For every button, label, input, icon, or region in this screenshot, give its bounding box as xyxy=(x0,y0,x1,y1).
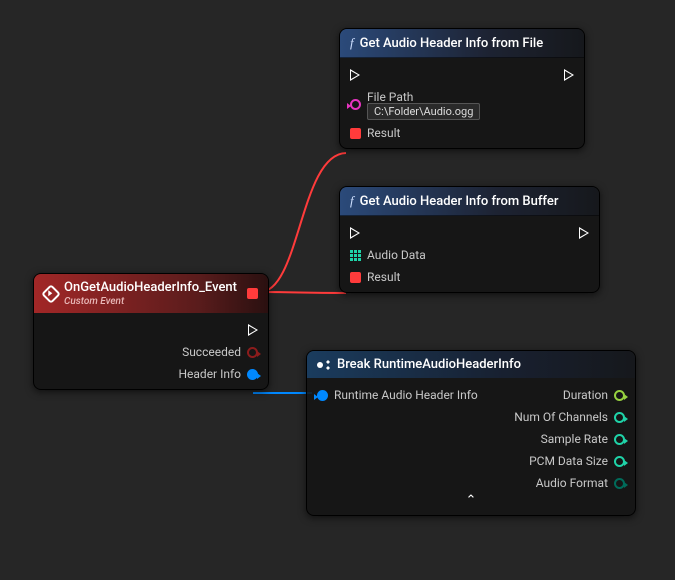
pin-label-format: Audio Format xyxy=(536,476,608,490)
pin-label-filepath: File Path xyxy=(367,90,413,104)
pin-rahi[interactable] xyxy=(317,390,328,401)
function-icon: f xyxy=(350,193,354,209)
delegate-pin[interactable] xyxy=(247,288,258,299)
pin-label-result: Result xyxy=(367,126,400,140)
node-break-struct[interactable]: Break RuntimeAudioHeaderInfo Runtime Aud… xyxy=(306,350,636,516)
function-icon: f xyxy=(350,35,354,51)
exec-out-pin[interactable] xyxy=(248,324,258,336)
node-event[interactable]: OnGetAudioHeaderInfo_Event Custom Event … xyxy=(33,273,269,390)
pin-result-delegate[interactable] xyxy=(350,128,361,139)
node-header: f Get Audio Header Info from File xyxy=(340,29,584,58)
pin-label-numchannels: Num Of Channels xyxy=(514,410,608,424)
pin-duration[interactable] xyxy=(614,390,625,401)
pin-succeeded[interactable] xyxy=(247,347,258,358)
pin-label-audiodata: Audio Data xyxy=(367,248,426,262)
node-subtitle: Custom Event xyxy=(64,296,237,307)
expand-toggle[interactable]: ⌃ xyxy=(307,494,635,511)
pin-filepath[interactable] xyxy=(350,99,361,110)
pin-label-rahi: Runtime Audio Header Info xyxy=(334,388,478,402)
node-title: Get Audio Header Info from File xyxy=(360,36,544,51)
event-icon xyxy=(41,284,61,304)
pin-pcm[interactable] xyxy=(614,456,625,467)
pin-label-headerinfo: Header Info xyxy=(178,367,241,381)
exec-out-pin[interactable] xyxy=(579,227,589,239)
pin-result-delegate[interactable] xyxy=(350,272,361,283)
pin-headerinfo[interactable] xyxy=(247,369,258,380)
pin-numchannels[interactable] xyxy=(614,412,625,423)
node-title: OnGetAudioHeaderInfo_Event xyxy=(64,280,237,295)
filepath-input[interactable]: C:\Folder\Audio.ogg xyxy=(367,103,480,120)
pin-label-pcm: PCM Data Size xyxy=(529,454,608,468)
node-title: Break RuntimeAudioHeaderInfo xyxy=(337,357,521,372)
exec-out-pin[interactable] xyxy=(564,69,574,81)
break-icon xyxy=(317,360,331,370)
pin-samplerate[interactable] xyxy=(614,434,625,445)
node-header: f Get Audio Header Info from Buffer xyxy=(340,187,599,216)
node-get-from-file[interactable]: f Get Audio Header Info from File File P… xyxy=(339,28,585,149)
node-header: OnGetAudioHeaderInfo_Event Custom Event xyxy=(34,274,268,313)
pin-audiodata[interactable] xyxy=(350,250,361,261)
pin-label-result: Result xyxy=(367,270,400,284)
node-get-from-buffer[interactable]: f Get Audio Header Info from Buffer Audi… xyxy=(339,186,600,293)
exec-in-pin[interactable] xyxy=(350,69,360,81)
node-title: Get Audio Header Info from Buffer xyxy=(360,194,559,209)
node-header: Break RuntimeAudioHeaderInfo xyxy=(307,351,635,378)
exec-in-pin[interactable] xyxy=(350,227,360,239)
pin-label-duration: Duration xyxy=(563,388,608,402)
pin-label-samplerate: Sample Rate xyxy=(541,432,608,446)
pin-format[interactable] xyxy=(614,478,625,489)
pin-label-succeeded: Succeeded xyxy=(182,345,241,359)
